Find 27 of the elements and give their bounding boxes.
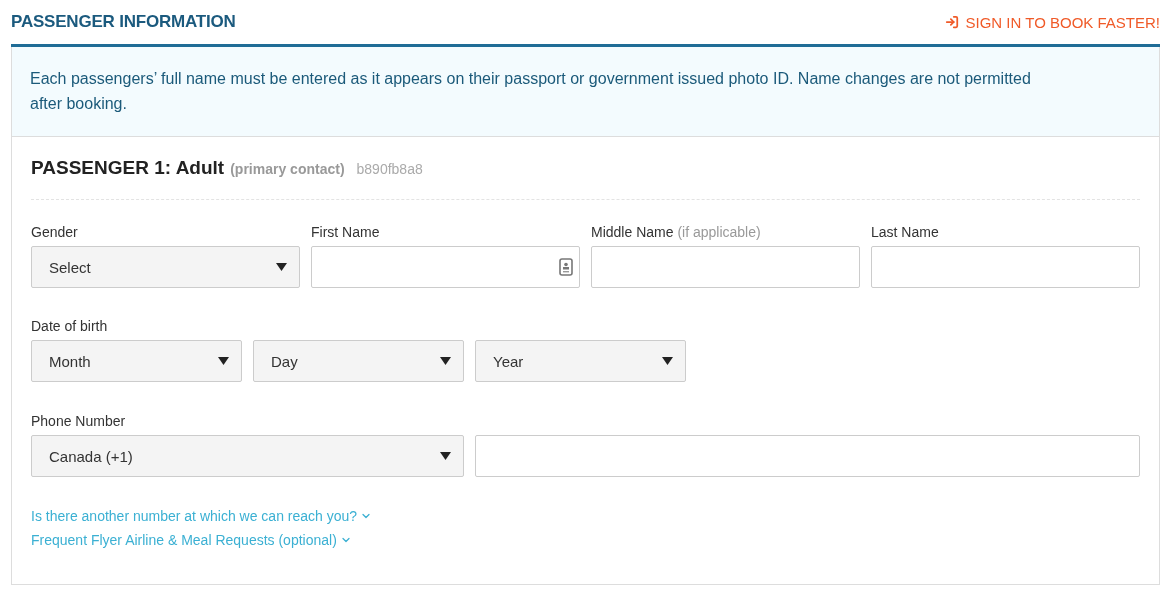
- text-field[interactable]: [591, 246, 860, 288]
- phone-field[interactable]: [475, 435, 1140, 477]
- notice-text: Each passengers’ full name must be entered as it appears on their passport or government issued photo ID. Name changes are not permitted after booking.: [12, 47, 1159, 137]
- caret-icon: [440, 452, 451, 460]
- passenger-title: PASSENGER 1: Adult: [31, 157, 225, 179]
- caret-icon: [218, 357, 229, 365]
- contact-card-icon: [559, 258, 573, 276]
- caret-icon: [662, 357, 673, 365]
- field-label: Last Name: [871, 224, 940, 240]
- text-field[interactable]: [871, 246, 1140, 288]
- select-dropdown[interactable]: Day: [253, 340, 464, 382]
- field-label: Phone Number: [31, 413, 127, 429]
- field-label: Gender: [31, 224, 79, 240]
- section-title: PASSENGER INFORMATION: [11, 12, 236, 32]
- passenger-code: b890fb8a8: [356, 161, 423, 177]
- passenger-role: (primary contact): [230, 161, 345, 177]
- field-label: First Name: [311, 224, 381, 240]
- caret-icon: [276, 263, 287, 271]
- sign-in-icon: [944, 15, 959, 29]
- select-dropdown[interactable]: Canada (+1): [31, 435, 464, 477]
- field-label: Date of birth: [31, 318, 109, 334]
- field-label: Middle Name (if applicable): [591, 224, 762, 240]
- select-dropdown[interactable]: Select: [31, 246, 300, 288]
- text-field[interactable]: [311, 246, 580, 288]
- select-dropdown[interactable]: Year: [475, 340, 686, 382]
- select-dropdown[interactable]: Month: [31, 340, 242, 382]
- caret-icon: [440, 357, 451, 365]
